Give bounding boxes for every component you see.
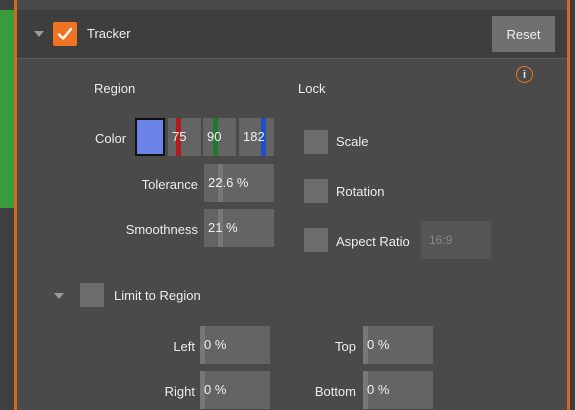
collapse-chevron-icon[interactable] xyxy=(34,31,44,37)
left-value: 0 % xyxy=(204,337,227,352)
color-swatch[interactable] xyxy=(135,118,165,156)
smoothness-slider[interactable]: 21 % xyxy=(204,209,274,247)
left-label: Left xyxy=(173,339,195,354)
blue-channel-field[interactable]: 182 xyxy=(239,118,274,156)
lock-rotation-checkbox[interactable] xyxy=(304,179,328,203)
lock-heading: Lock xyxy=(298,81,326,96)
panel-title: Tracker xyxy=(87,26,131,41)
lock-aspect-ratio-label: Aspect Ratio xyxy=(336,234,410,249)
reset-button[interactable]: Reset xyxy=(492,16,555,52)
region-heading: Region xyxy=(94,81,136,96)
red-channel-field[interactable]: 75 xyxy=(168,118,201,156)
bottom-field[interactable]: 0 % xyxy=(363,371,433,409)
lock-scale-label: Scale xyxy=(336,134,369,149)
info-icon[interactable]: i xyxy=(516,66,533,83)
top-field[interactable]: 0 % xyxy=(363,326,433,364)
panel-left-border xyxy=(14,0,17,410)
lock-rotation-label: Rotation xyxy=(336,184,385,199)
lock-aspect-ratio-checkbox[interactable] xyxy=(304,228,328,252)
tolerance-label: Tolerance xyxy=(141,177,198,192)
top-label: Top xyxy=(335,339,356,354)
checkmark-icon xyxy=(57,27,73,40)
tracker-enable-checkbox[interactable] xyxy=(53,22,77,46)
color-label: Color xyxy=(95,131,127,146)
smoothness-label: Smoothness xyxy=(125,222,198,237)
right-field[interactable]: 0 % xyxy=(200,371,270,409)
scrollbar-track[interactable] xyxy=(570,0,575,410)
green-value: 90 xyxy=(207,129,222,144)
left-field[interactable]: 0 % xyxy=(200,326,270,364)
top-value: 0 % xyxy=(367,337,390,352)
limit-to-region-checkbox[interactable] xyxy=(80,283,104,307)
tolerance-slider[interactable]: 22.6 % xyxy=(204,164,274,202)
right-value: 0 % xyxy=(204,382,227,397)
right-label: Right xyxy=(164,384,195,399)
tracker-panel xyxy=(17,0,567,410)
bottom-value: 0 % xyxy=(367,382,390,397)
aspect-ratio-field[interactable]: 16:9 xyxy=(421,221,491,259)
limit-collapse-chevron-icon[interactable] xyxy=(54,293,64,299)
blue-value: 182 xyxy=(243,129,265,144)
header-divider xyxy=(17,58,567,59)
green-channel-field[interactable]: 90 xyxy=(203,118,236,156)
bottom-label: Bottom xyxy=(314,384,356,399)
background-green-area xyxy=(0,10,14,208)
tolerance-value: 22.6 % xyxy=(208,175,249,190)
limit-to-region-label: Limit to Region xyxy=(114,288,201,303)
smoothness-value: 21 % xyxy=(208,220,238,235)
red-value: 75 xyxy=(172,129,187,144)
lock-scale-checkbox[interactable] xyxy=(304,130,328,154)
